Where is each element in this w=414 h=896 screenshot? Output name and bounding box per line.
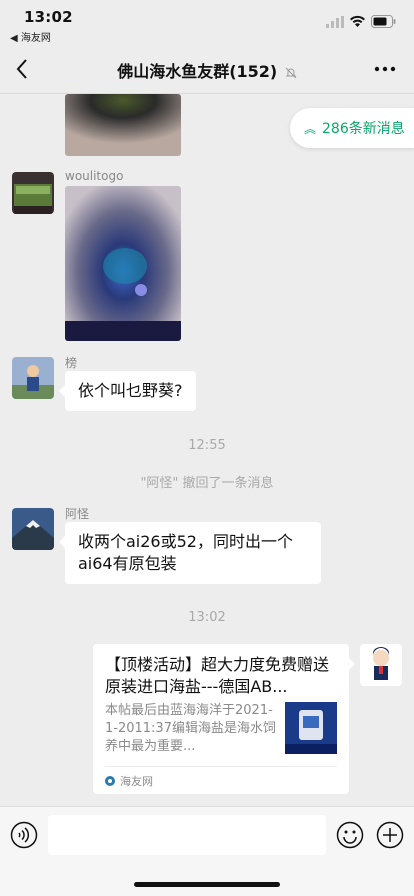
message-input[interactable]: [48, 815, 326, 855]
link-card-source-name: 海友网: [120, 775, 153, 788]
recall-notice: "阿怪" 撤回了一条消息: [140, 476, 274, 491]
link-card-thumbnail: [285, 702, 337, 754]
avatar[interactable]: [12, 508, 54, 550]
home-indicator[interactable]: [134, 882, 280, 887]
message-timestamp: 13:02: [188, 610, 226, 625]
battery-icon: [371, 15, 396, 28]
image-message[interactable]: [65, 186, 181, 341]
text-message-bubble[interactable]: 依个叫乜野葵?: [59, 371, 196, 411]
image-message-partial[interactable]: [65, 94, 181, 156]
my-avatar[interactable]: [360, 644, 402, 686]
wifi-icon: [350, 15, 365, 27]
link-card-description: 本帖最后由蓝海海洋于2021-1-2011:37编辑海盐是海水饲养中最为重要..…: [105, 703, 276, 754]
voice-input-icon[interactable]: [10, 821, 38, 849]
link-card-title: 【顶楼活动】超大力度免费赠送原装进口海盐---德国AB...: [105, 655, 330, 696]
link-card-source: 海友网: [105, 773, 153, 789]
text-message-bubble[interactable]: 收两个ai26或52，同时出一个ai64有原包装: [59, 522, 321, 584]
new-messages-button[interactable]: ︽ 286条新消息: [290, 108, 414, 148]
plus-icon[interactable]: [376, 821, 404, 849]
message-timestamp: 12:55: [188, 438, 226, 453]
avatar[interactable]: [12, 172, 54, 214]
double-chevron-up-icon: ︽: [304, 121, 317, 136]
source-logo-icon: [105, 776, 115, 786]
back-to-app-link[interactable]: ◀ 海友网: [10, 29, 51, 44]
link-card-message[interactable]: 【顶楼活动】超大力度免费赠送原装进口海盐---德国AB... 本帖最后由蓝海海洋…: [93, 644, 355, 794]
mute-bell-icon: [285, 67, 297, 78]
cellular-signal-icon: [326, 16, 344, 28]
avatar[interactable]: [12, 357, 54, 399]
chat-header: 佛山海水鱼友群(152): [0, 44, 414, 94]
more-options-icon[interactable]: [374, 66, 396, 72]
status-time: 13:02: [24, 8, 73, 26]
sender-name: 榜: [65, 356, 78, 370]
chat-title-text: 佛山海水鱼友群(152): [117, 62, 278, 81]
new-messages-label: 286条新消息: [322, 121, 405, 137]
chat-title: 佛山海水鱼友群(152): [0, 58, 414, 82]
emoji-icon[interactable]: [336, 821, 364, 849]
status-bar: 13:02 ◀ 海友网: [0, 0, 414, 44]
sender-name: 阿怪: [65, 507, 90, 521]
sender-name: woulitogo: [65, 169, 124, 183]
